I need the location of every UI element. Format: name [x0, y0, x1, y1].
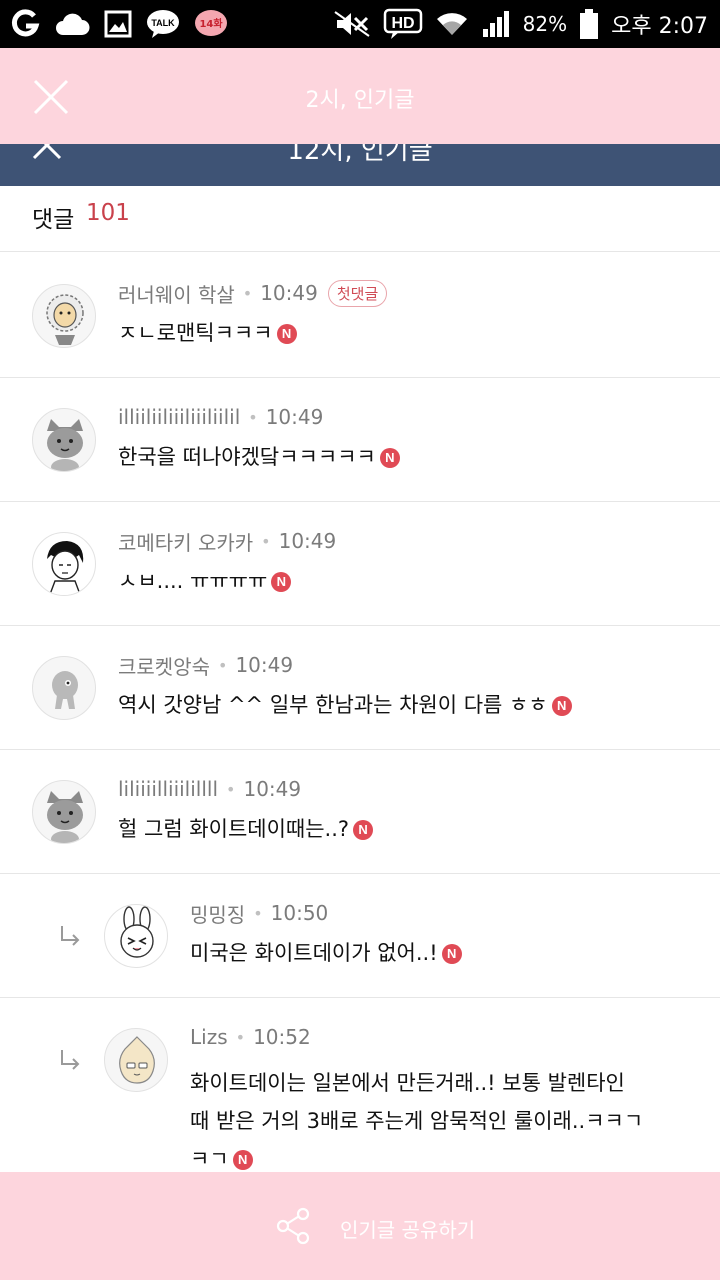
avatar[interactable]: [32, 656, 96, 720]
comment-item[interactable]: liliiiilliiilillll • 10:49 헐 그럼 화이트데이때는.…: [0, 750, 720, 874]
avatar[interactable]: [32, 780, 96, 844]
avatar[interactable]: [32, 284, 96, 348]
comment-text: 한국을 떠나야겠닼ㅋㅋㅋㅋㅋ: [118, 445, 376, 469]
comment-time: 10:52: [253, 1025, 311, 1049]
separator-dot: •: [226, 779, 236, 799]
comment-time: 10:49: [235, 653, 294, 677]
comment-item[interactable]: 러너웨이 학살 • 10:49 첫댓글 ㅈㄴ로맨틱ㅋㅋㅋ N: [0, 252, 720, 378]
nav-title: 12시, 인기글: [287, 144, 433, 166]
comment-body: ㅈㄴ로맨틱ㅋㅋㅋ N: [118, 316, 297, 350]
share-bar[interactable]: 인기글 공유하기: [0, 1172, 720, 1280]
new-icon: N: [271, 572, 292, 592]
g-logo-icon: [10, 9, 40, 39]
svg-text:HD: HD: [391, 15, 414, 32]
comment-time: 10:49: [265, 405, 324, 429]
comment-item[interactable]: 크로켓앙숙 • 10:49 역시 갓양남 ^^ 일부 한남과는 차원이 다름 ㅎ…: [0, 626, 720, 750]
separator-dot: •: [242, 283, 253, 303]
comment-text: ㅈㄴ로맨틱ㅋㅋㅋ: [118, 321, 273, 345]
new-icon: N: [379, 448, 400, 468]
battery-icon: [579, 8, 599, 40]
comment-text: 역시 갓양남 ^^ 일부 한남과는 차원이 다름 ㅎㅎ: [118, 693, 548, 717]
comments-count: 101: [86, 200, 130, 226]
status-bar: TALK 14화 HD 82% 오후 2:07: [0, 0, 720, 48]
comment-text: 헐 그럼 화이트데이때는..?: [118, 817, 350, 841]
comment-text-line: 때 받은 거의 3배로 주는게 암묵적인 룰이래..ㅋㅋㄱ: [190, 1109, 644, 1133]
comment-time: 10:50: [270, 901, 329, 925]
comment-text-line: ㅋㄱ: [190, 1147, 229, 1171]
reply-arrow-icon: [61, 1050, 80, 1070]
first-comment-badge: 첫댓글: [327, 279, 388, 307]
svg-text:TALK: TALK: [151, 18, 175, 28]
comment-time: 10:49: [278, 529, 337, 553]
comment-text: ㅅㅂ.... ㅠㅠㅠㅠ: [118, 569, 268, 593]
comment-author[interactable]: 러너웨이 학살: [118, 279, 235, 308]
new-icon: N: [353, 820, 374, 840]
mute-icon: [333, 10, 371, 38]
top-overlay-bar: 2시, 인기글: [0, 48, 720, 144]
webtoon-badge-icon: 14화: [194, 9, 228, 39]
new-icon: N: [276, 324, 297, 344]
reply-item[interactable]: Lizs • 10:52 화이트데이는 일본에서 만든거래..! 보통 발렌타인…: [0, 998, 720, 1172]
share-button-label[interactable]: 인기글 공유하기: [340, 1214, 475, 1243]
comment-body: ㅅㅂ.... ㅠㅠㅠㅠ N: [118, 564, 292, 598]
reply-arrow-icon: [61, 926, 80, 946]
article-nav-bar: 12시, 인기글: [0, 144, 720, 186]
separator-dot: •: [218, 655, 228, 675]
new-icon: N: [441, 944, 462, 964]
battery-percent: 82%: [522, 12, 568, 36]
gallery-icon: [104, 10, 132, 38]
separator-dot: •: [248, 407, 258, 427]
separator-dot: •: [253, 903, 263, 923]
comment-body: 역시 갓양남 ^^ 일부 한남과는 차원이 다름 ㅎㅎ N: [118, 688, 572, 722]
svg-text:14화: 14화: [199, 18, 223, 30]
avatar[interactable]: [104, 1028, 168, 1092]
wifi-icon: [435, 9, 469, 39]
comments-header: 댓글 101: [0, 186, 720, 252]
comment-body: 헐 그럼 화이트데이때는..? N: [118, 812, 374, 846]
new-icon: N: [551, 696, 572, 716]
comment-text: 미국은 화이트데이가 없어..!: [190, 941, 438, 965]
signal-icon: [481, 9, 511, 39]
comment-author[interactable]: illiiliiliiiliiiliilil: [118, 405, 240, 429]
clock: 오후 2:07: [611, 14, 708, 39]
page-title: 2시, 인기글: [305, 88, 415, 113]
hd-voice-icon: HD: [383, 8, 423, 40]
comment-author[interactable]: Lizs: [190, 1025, 228, 1049]
comment-time: 10:49: [260, 281, 318, 305]
separator-dot: •: [235, 1027, 246, 1047]
separator-dot: •: [261, 531, 271, 551]
comment-author[interactable]: liliiiilliiilillll: [118, 777, 218, 801]
comment-author[interactable]: 코메타키 오카카: [118, 527, 253, 556]
new-icon: N: [232, 1150, 253, 1170]
comment-body: 미국은 화이트데이가 없어..! N: [190, 936, 462, 970]
comment-item[interactable]: 코메타키 오카카 • 10:49 ㅅㅂ.... ㅠㅠㅠㅠ N: [0, 502, 720, 626]
comment-body: 화이트데이는 일본에서 만든거래..! 보통 발렌타인 때 받은 거의 3배로 …: [190, 1064, 643, 1178]
comment-time: 10:49: [243, 777, 302, 801]
reply-item[interactable]: 밍밍징 • 10:50 미국은 화이트데이가 없어..! N: [0, 874, 720, 998]
comment-item[interactable]: illiiliiliiiliiiliilil • 10:49 한국을 떠나야겠닼…: [0, 378, 720, 502]
comment-text-line: 화이트데이는 일본에서 만든거래..! 보통 발렌타인: [190, 1071, 625, 1095]
kakaotalk-icon: TALK: [146, 9, 180, 39]
comment-author[interactable]: 크로켓앙숙: [118, 651, 210, 680]
comment-body: 한국을 떠나야겠닼ㅋㅋㅋㅋㅋ N: [118, 440, 400, 474]
share-icon[interactable]: [274, 1206, 312, 1246]
avatar[interactable]: [32, 408, 96, 472]
cloud-icon: [54, 11, 90, 37]
comments-label: 댓글: [32, 207, 75, 233]
avatar[interactable]: [32, 532, 96, 596]
comment-author[interactable]: 밍밍징: [190, 899, 245, 928]
avatar[interactable]: [104, 904, 168, 968]
